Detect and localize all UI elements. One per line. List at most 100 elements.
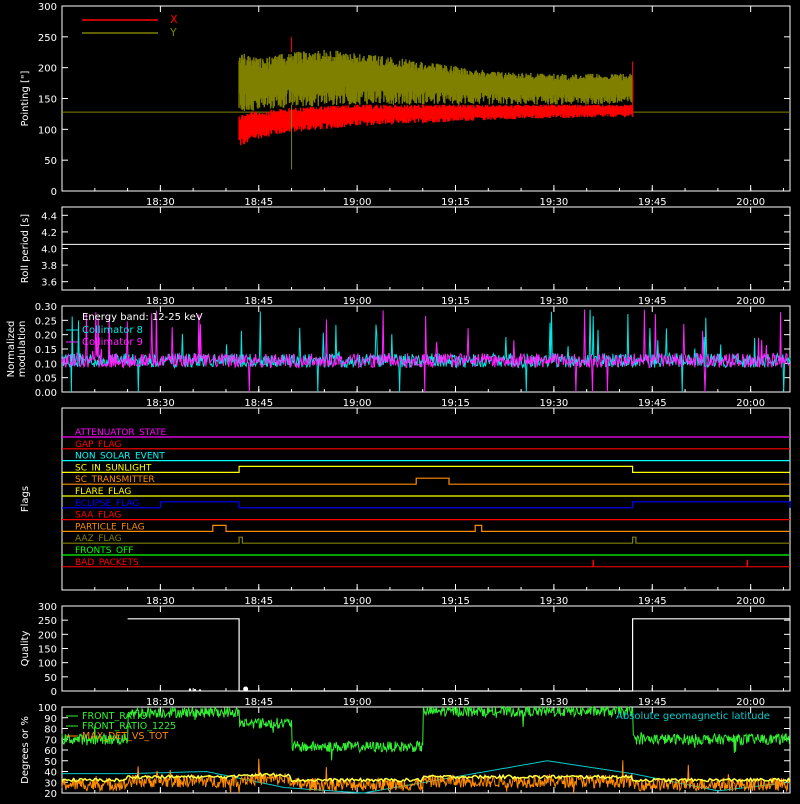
flag-sc-transmitter: SC_TRANSMITTER — [62, 475, 790, 485]
x-tick-label: 18:45 — [244, 398, 273, 409]
flag-label: NON_SOLAR_EVENT — [75, 452, 165, 462]
y-tick-label: 0.00 — [35, 388, 57, 399]
x-tick-label: 19:45 — [638, 596, 667, 607]
x-tick-label: 18:30 — [146, 596, 175, 607]
y-tick-label: 40 — [44, 768, 57, 779]
y-tick-label: 0.20 — [35, 331, 57, 342]
panel-5: 0 50 100 150 200 250 300 18:30 18:45 19:00 19:15 19… — [38, 602, 791, 708]
y-tick-label: 150 — [38, 645, 57, 656]
flag-saa-flag: SAA_FLAG — [62, 511, 790, 521]
y-axis-title: Normalized — [6, 321, 17, 378]
x-tick-label: 19:00 — [343, 596, 372, 607]
x-tick-label: 19:45 — [638, 197, 667, 208]
pointing-series-x — [238, 104, 634, 146]
y-tick-label: 300 — [38, 2, 57, 13]
x-tick-label: 19:15 — [441, 197, 470, 208]
y-tick-label: 300 — [38, 602, 57, 613]
flag-line — [62, 501, 791, 509]
y-tick-label: 100 — [38, 125, 57, 136]
y-axis-title: Pointing ["] — [20, 70, 31, 126]
flag-label: ECLIPSE_FLAG — [75, 499, 139, 509]
flag-particle-flag: PARTICLE_FLAG — [62, 522, 790, 532]
x-tick-label: 18:45 — [244, 296, 273, 307]
y-axis-title: modulation — [17, 321, 28, 378]
flag-label: SC_IN_SUNLIGHT — [75, 463, 152, 473]
x-tick-label: 20:00 — [736, 398, 765, 409]
quality-point — [188, 688, 192, 691]
flag-fronts-off: FRONTS_OFF — [62, 546, 790, 556]
latitude-label: Absolute geomagnetic latitude — [616, 711, 770, 722]
y-tick-label: 100 — [38, 659, 57, 670]
quality-line — [127, 618, 790, 692]
y-tick-label: 60 — [44, 746, 57, 757]
plot-canvas: 0 50 100 150 200 250 300 18:30 18:45 19:00 19:15 19… — [6, 2, 791, 800]
axis-frame — [61, 206, 791, 291]
flag-attenuator-state: ATTENUATOR_STATE — [62, 428, 790, 438]
x-tick-label: 18:45 — [244, 697, 273, 708]
panel-1: 0 50 100 150 200 250 300 18:30 18:45 19:00 19:15 19… — [38, 2, 791, 208]
panel-6: 2030405060708090100FRONT_RATIOFRONT_RATI… — [38, 703, 791, 800]
flag-label: FLARE_FLAG — [75, 487, 131, 497]
x-tick-label: 19:30 — [539, 398, 568, 409]
y-tick-label: 0.30 — [35, 302, 57, 313]
x-tick-label: 18:30 — [146, 398, 175, 409]
x-tick-label: 20:00 — [736, 197, 765, 208]
y-tick-label: 0.15 — [35, 345, 57, 356]
y-tick-label: 150 — [38, 95, 57, 106]
flag-line — [62, 465, 790, 473]
y-tick-label: 100 — [38, 703, 57, 714]
x-tick-label: 20:00 — [736, 697, 765, 708]
legend-label: MAX_DET_VS_TOT — [82, 731, 168, 742]
flag-label: SAA_FLAG — [75, 511, 121, 521]
legend-label: Collimator 8 — [82, 325, 143, 336]
x-tick-label: 19:30 — [539, 197, 568, 208]
panel-4: 18:30 18:45 19:00 19:15 19:30 19:45 20:00 ATTEN… — [61, 407, 791, 607]
flag-line — [62, 536, 790, 544]
y-tick-label: 0.10 — [35, 359, 57, 370]
x-tick-label: 19:00 — [343, 296, 372, 307]
x-tick-label: 18:45 — [244, 197, 273, 208]
x-tick-label: 20:00 — [736, 296, 765, 307]
y-tick-label: 200 — [38, 630, 57, 641]
x-tick-label: 19:30 — [539, 296, 568, 307]
y-tick-label: 250 — [38, 616, 57, 627]
x-tick-label: 19:30 — [539, 697, 568, 708]
y-tick-label: 80 — [44, 725, 57, 736]
y-tick-label: 50 — [44, 757, 57, 768]
flag-label: PARTICLE_FLAG — [75, 522, 145, 532]
x-tick-label: 19:00 — [343, 697, 372, 708]
y-tick-label: 4.0 — [41, 245, 57, 256]
y-tick-label: 0 — [51, 187, 57, 198]
flag-label: GAP_FLAG — [75, 440, 121, 450]
flag-label: BAD_PACKETS — [75, 558, 139, 568]
quality-point — [243, 686, 249, 692]
stix-quicklook-plot: 0 50 100 150 200 250 300 18:30 18:45 19:00 19:15 19… — [0, 0, 800, 800]
x-tick-label: 20:00 — [736, 596, 765, 607]
axis-frame — [61, 407, 791, 591]
quality-point — [198, 689, 202, 692]
y-tick-label: 250 — [38, 33, 57, 44]
flag-label: ATTENUATOR_STATE — [75, 428, 167, 438]
y-tick-label: 70 — [44, 735, 57, 746]
y-axis-title: Quality — [20, 631, 31, 667]
x-tick-label: 18:30 — [146, 296, 175, 307]
y-axis-title: Degrees or % — [20, 716, 31, 784]
flag-label: FRONTS_OFF — [75, 546, 133, 556]
y-tick-label: 90 — [44, 714, 57, 725]
x-tick-label: 19:45 — [638, 697, 667, 708]
panel-2: 3.6 3.8 4.0 4.2 4.4 18:30 18:45 19:00 19:15 19:30… — [41, 206, 791, 307]
quality-point — [193, 688, 197, 692]
x-tick-label: 19:00 — [343, 197, 372, 208]
y-tick-label: 0.05 — [35, 374, 57, 385]
y-tick-label: 50 — [44, 673, 57, 684]
pointing-series-y — [238, 49, 634, 111]
flag-eclipse-flag: ECLIPSE_FLAG — [62, 499, 791, 509]
x-tick-label: 19:45 — [638, 398, 667, 409]
y-axis-title: Flags — [20, 486, 31, 512]
y-tick-label: 0.25 — [35, 316, 57, 327]
y-tick-label: 200 — [38, 64, 57, 75]
flag-line — [62, 524, 790, 532]
x-tick-label: 18:45 — [244, 596, 273, 607]
y-tick-label: 50 — [44, 156, 57, 167]
x-tick-label: 19:15 — [441, 296, 470, 307]
